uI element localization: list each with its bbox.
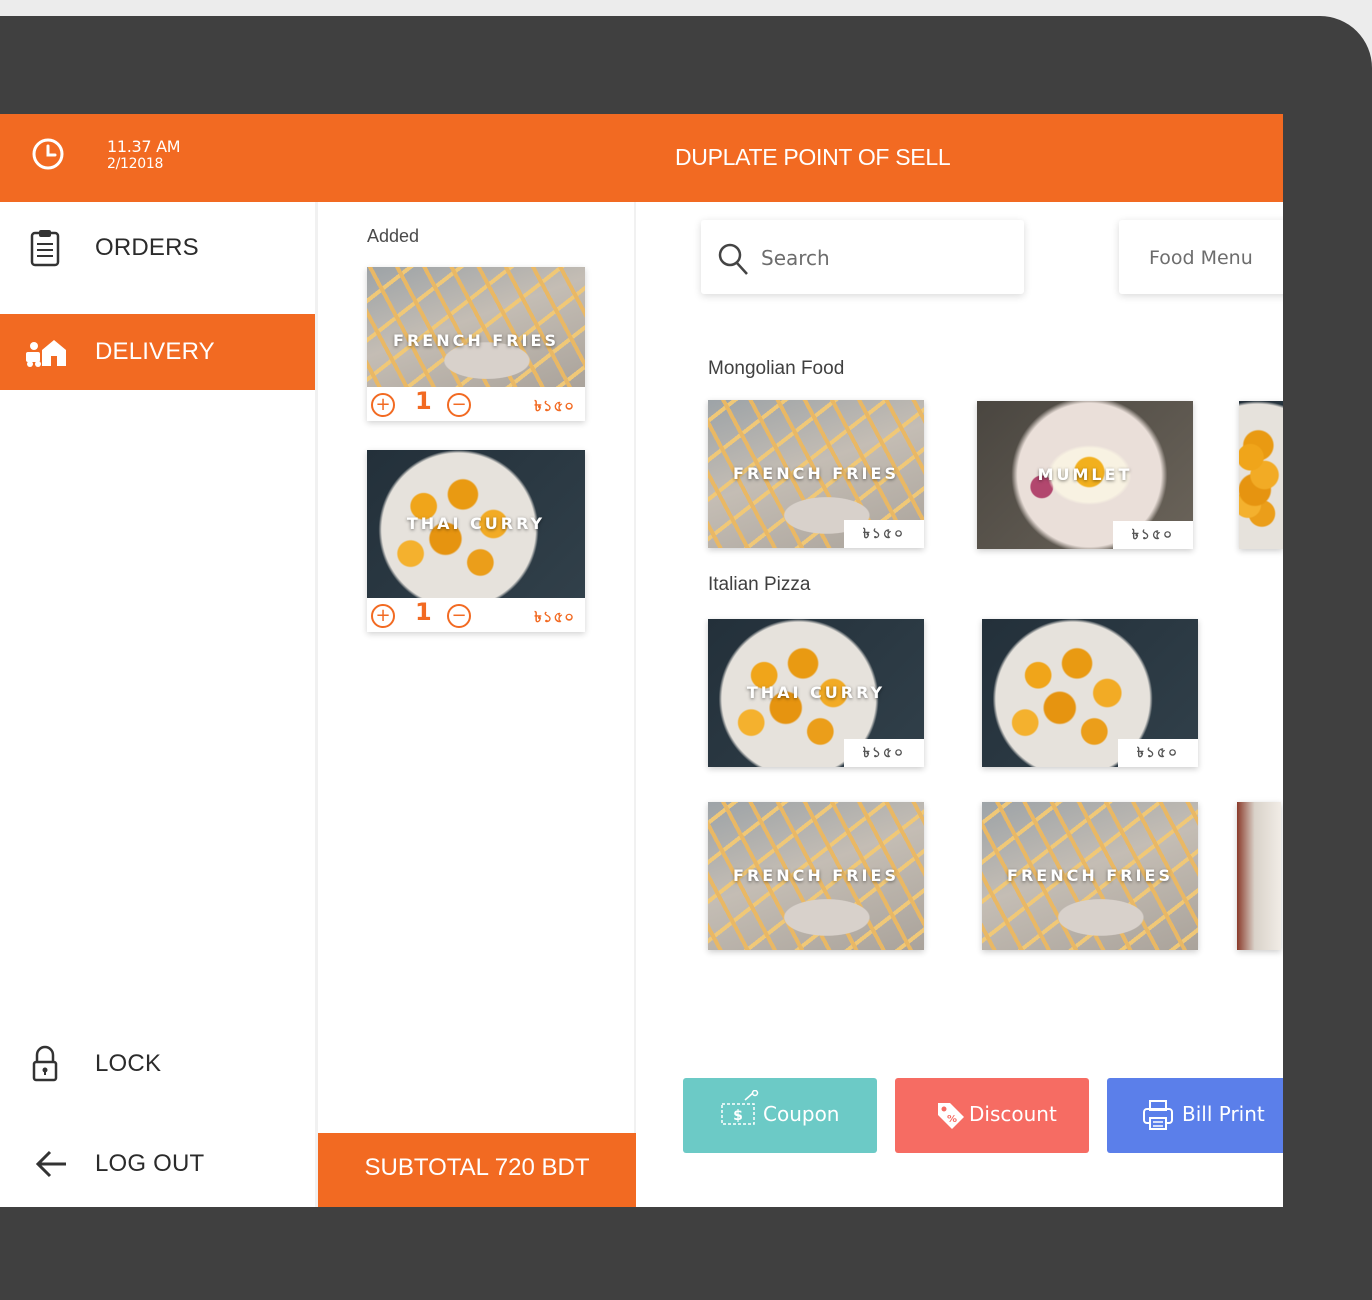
pos-screen: 11.37 AM 2/12018 DUPLATE POINT OF SELL O… xyxy=(0,114,1283,1207)
menu-item-name: THAI CURRY xyxy=(746,683,886,702)
delivery-house-icon xyxy=(26,340,66,367)
cart-item[interactable]: FRENCH FRIES + 1 − ৳১৫০ xyxy=(367,267,585,421)
menu-panel: Search Food Menu Mongolian Food FRENCH F… xyxy=(636,202,1283,1207)
cart-item-quantity: 1 xyxy=(415,598,432,626)
coupon-button[interactable]: $ Coupon xyxy=(683,1078,877,1153)
current-time: 11.37 AM xyxy=(107,137,181,156)
decrease-quantity-button[interactable]: − xyxy=(447,604,471,628)
food-menu-dropdown[interactable]: Food Menu xyxy=(1119,220,1283,294)
sidebar-item-logout[interactable]: LOG OUT xyxy=(0,1126,316,1202)
sidebar-item-label: LOCK xyxy=(95,1050,162,1077)
menu-item[interactable]: FRENCH FRIES xyxy=(708,802,924,950)
bill-print-button[interactable]: Bill Print xyxy=(1107,1078,1283,1153)
menu-item-partial[interactable] xyxy=(1237,802,1281,950)
menu-item-price: ৳১৫০ xyxy=(1113,521,1193,549)
search-icon xyxy=(718,243,748,275)
cart-item-name: FRENCH FRIES xyxy=(393,331,559,350)
cart-title: Added xyxy=(367,226,420,246)
cart-panel: Added FRENCH FRIES + 1 − ৳১৫০ THAI CURRY… xyxy=(318,202,634,1207)
search-placeholder: Search xyxy=(761,246,830,270)
cart-item[interactable]: THAI CURRY + 1 − ৳১৫০ xyxy=(367,450,585,632)
section-title: Italian Pizza xyxy=(708,574,811,595)
printer-icon xyxy=(1143,1100,1173,1130)
menu-item[interactable]: FRENCH FRIES ৳১৫০ xyxy=(708,400,924,548)
menu-item[interactable]: FRENCH FRIES xyxy=(982,802,1198,950)
cart-item-price: ৳১৫০ xyxy=(534,608,575,626)
discount-button[interactable]: % Discount xyxy=(895,1078,1089,1153)
app-title: DUPLATE POINT OF SELL xyxy=(675,144,951,170)
sidebar-item-delivery[interactable]: DELIVERY xyxy=(0,314,316,390)
food-menu-label: Food Menu xyxy=(1149,247,1253,269)
lock-icon xyxy=(32,1045,58,1082)
menu-item[interactable]: ৳১৫০ xyxy=(982,619,1198,767)
cart-item-controls: + 1 − ৳১৫০ xyxy=(367,598,585,632)
discount-label: Discount xyxy=(969,1102,1057,1126)
clipboard-icon xyxy=(30,230,60,267)
arrow-left-icon xyxy=(35,1150,66,1178)
menu-item-name: FRENCH FRIES xyxy=(733,866,899,885)
top-bar: 11.37 AM 2/12018 DUPLATE POINT OF SELL xyxy=(0,114,1283,202)
svg-text:$: $ xyxy=(733,1108,743,1124)
sidebar-item-label: ORDERS xyxy=(95,234,199,261)
subtotal-bar[interactable]: SUBTOTAL 720 BDT xyxy=(318,1133,636,1207)
cart-item-price: ৳১৫০ xyxy=(534,397,575,415)
clock-icon xyxy=(32,138,64,170)
menu-item-price: ৳১৫০ xyxy=(844,739,924,767)
menu-item[interactable]: MUMLET ৳১৫০ xyxy=(977,401,1193,549)
menu-item-name: FRENCH FRIES xyxy=(1007,866,1173,885)
menu-item-name: MUMLET xyxy=(1037,465,1133,484)
sidebar-item-label: DELIVERY xyxy=(95,338,215,365)
bill-print-label: Bill Print xyxy=(1182,1102,1265,1126)
increase-quantity-button[interactable]: + xyxy=(371,604,395,628)
coupon-icon: $ xyxy=(721,1090,759,1125)
increase-quantity-button[interactable]: + xyxy=(371,393,395,417)
sidebar-item-label: LOG OUT xyxy=(95,1150,205,1177)
cart-item-controls: + 1 − ৳১৫০ xyxy=(367,387,585,421)
menu-item-price: ৳১৫০ xyxy=(1118,739,1198,767)
section-title: Mongolian Food xyxy=(708,358,845,379)
svg-text:%: % xyxy=(947,1114,957,1125)
menu-item-price: ৳১৫০ xyxy=(844,520,924,548)
food-image: THAI CURRY xyxy=(367,450,585,598)
food-image: FRENCH FRIES xyxy=(367,267,585,387)
menu-item-partial[interactable] xyxy=(1239,401,1283,549)
sidebar-item-orders[interactable]: ORDERS xyxy=(0,210,316,286)
menu-item-name: FRENCH FRIES xyxy=(733,464,899,483)
cart-item-name: THAI CURRY xyxy=(406,514,546,533)
discount-tag-icon: % xyxy=(938,1103,964,1129)
menu-item[interactable]: THAI CURRY ৳১৫০ xyxy=(708,619,924,767)
sidebar: ORDERS DELIVERY LOCK LOG OUT xyxy=(0,202,316,1207)
cart-item-quantity: 1 xyxy=(415,387,432,415)
coupon-label: Coupon xyxy=(763,1102,840,1126)
decrease-quantity-button[interactable]: − xyxy=(447,393,471,417)
search-input[interactable]: Search xyxy=(701,220,1024,294)
sidebar-item-lock[interactable]: LOCK xyxy=(0,1026,316,1102)
current-date: 2/12018 xyxy=(107,156,164,172)
